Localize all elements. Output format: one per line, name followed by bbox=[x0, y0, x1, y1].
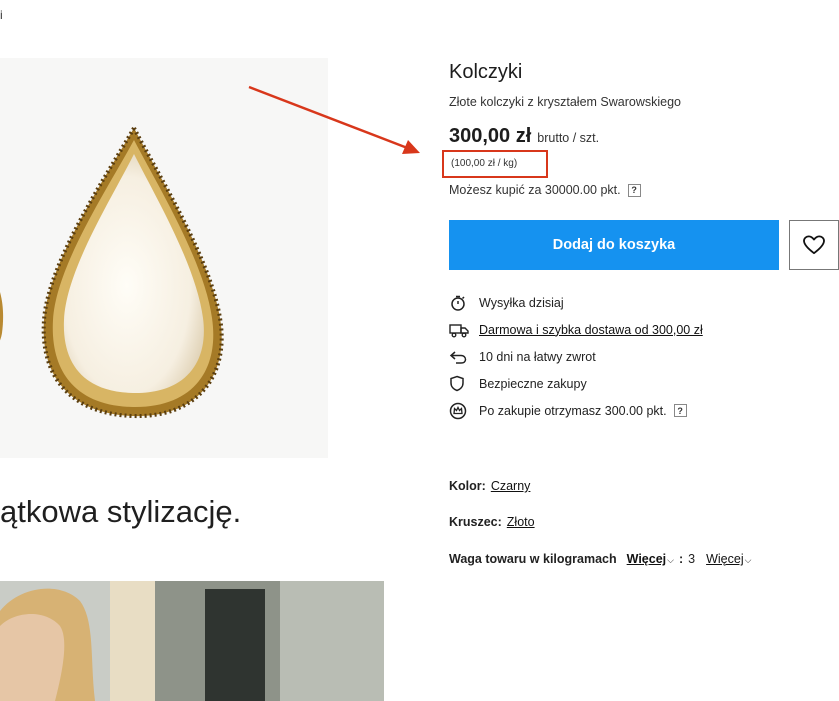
chevron-down-icon: ⌵ bbox=[744, 555, 752, 565]
weight-value: 3 bbox=[688, 552, 696, 566]
delivery-truck-icon bbox=[449, 322, 479, 338]
weight-attribute: Waga towaru w kilogramach Więcej⌵ : 3 Wi… bbox=[449, 552, 751, 566]
feature-item-secure: Bezpieczne zakupy bbox=[449, 370, 703, 397]
metal-label: Kruszec: bbox=[449, 515, 502, 529]
chevron-down-icon: ⌵ bbox=[667, 555, 674, 565]
unit-price: (100,00 zł / kg) bbox=[451, 158, 518, 169]
reward-help-icon[interactable]: ? bbox=[673, 404, 687, 417]
shield-icon bbox=[449, 375, 479, 392]
lifestyle-photo bbox=[0, 581, 384, 701]
weight-more2-toggle[interactable]: Więcej⌵ bbox=[706, 552, 751, 566]
feature-item-reward: Po zakupie otrzymasz 300.00 pkt. ? bbox=[449, 397, 703, 424]
reward-crown-icon bbox=[449, 402, 479, 420]
points-help-icon[interactable]: ? bbox=[627, 183, 641, 197]
price-row: 300,00 zł brutto / szt. bbox=[449, 125, 599, 148]
feature-item-returns: 10 dni na łatwy zwrot bbox=[449, 343, 703, 370]
wishlist-button[interactable] bbox=[789, 220, 839, 270]
color-attribute: Kolor: Czarny bbox=[449, 479, 530, 493]
return-arrow-icon bbox=[449, 349, 479, 365]
feature-text: Po zakupie otrzymasz 300.00 pkt. bbox=[479, 403, 667, 418]
description-tagline: ątkowa stylizację. bbox=[0, 494, 242, 529]
free-delivery-link[interactable]: Darmowa i szybka dostawa od 300,00 zł bbox=[479, 323, 703, 337]
price-unit: brutto / szt. bbox=[537, 131, 600, 145]
product-title: Kolczyki bbox=[449, 61, 523, 83]
product-price: 300,00 zł bbox=[449, 125, 532, 147]
feature-text: Bezpieczne zakupy bbox=[479, 376, 587, 391]
feature-text: Wysyłka dzisiaj bbox=[479, 295, 564, 310]
stopwatch-icon bbox=[449, 294, 479, 312]
feature-item-shipping: Wysyłka dzisiaj bbox=[449, 289, 703, 316]
weight-more-toggle[interactable]: Więcej⌵ bbox=[627, 552, 674, 566]
points-row: Możesz kupić za 30000.00 pkt. ? bbox=[449, 183, 641, 197]
heart-icon bbox=[803, 235, 825, 255]
weight-more2-label: Więcej bbox=[706, 552, 744, 566]
color-value-link[interactable]: Czarny bbox=[491, 479, 531, 493]
weight-more-label: Więcej bbox=[626, 552, 667, 566]
product-subtitle: Złote kolczyki z kryształem Swarowskiego bbox=[449, 95, 682, 109]
feature-item-delivery: Darmowa i szybka dostawa od 300,00 zł bbox=[449, 316, 703, 343]
add-to-cart-button[interactable]: Dodaj do koszyka bbox=[449, 220, 779, 270]
feature-text: 10 dni na łatwy zwrot bbox=[479, 349, 596, 364]
weight-label: Waga towaru w kilogramach bbox=[449, 552, 617, 566]
weight-separator: : bbox=[678, 552, 684, 566]
metal-value-link[interactable]: Złoto bbox=[507, 515, 535, 529]
annotation-arrow bbox=[248, 85, 420, 154]
points-text: Możesz kupić za 30000.00 pkt. bbox=[449, 183, 621, 197]
breadcrumb-fragment[interactable]: i bbox=[0, 8, 3, 22]
metal-attribute: Kruszec: Złoto bbox=[449, 515, 535, 529]
features-list: Wysyłka dzisiaj Darmowa i szybka dostawa… bbox=[449, 289, 703, 424]
color-label: Kolor: bbox=[449, 479, 486, 493]
